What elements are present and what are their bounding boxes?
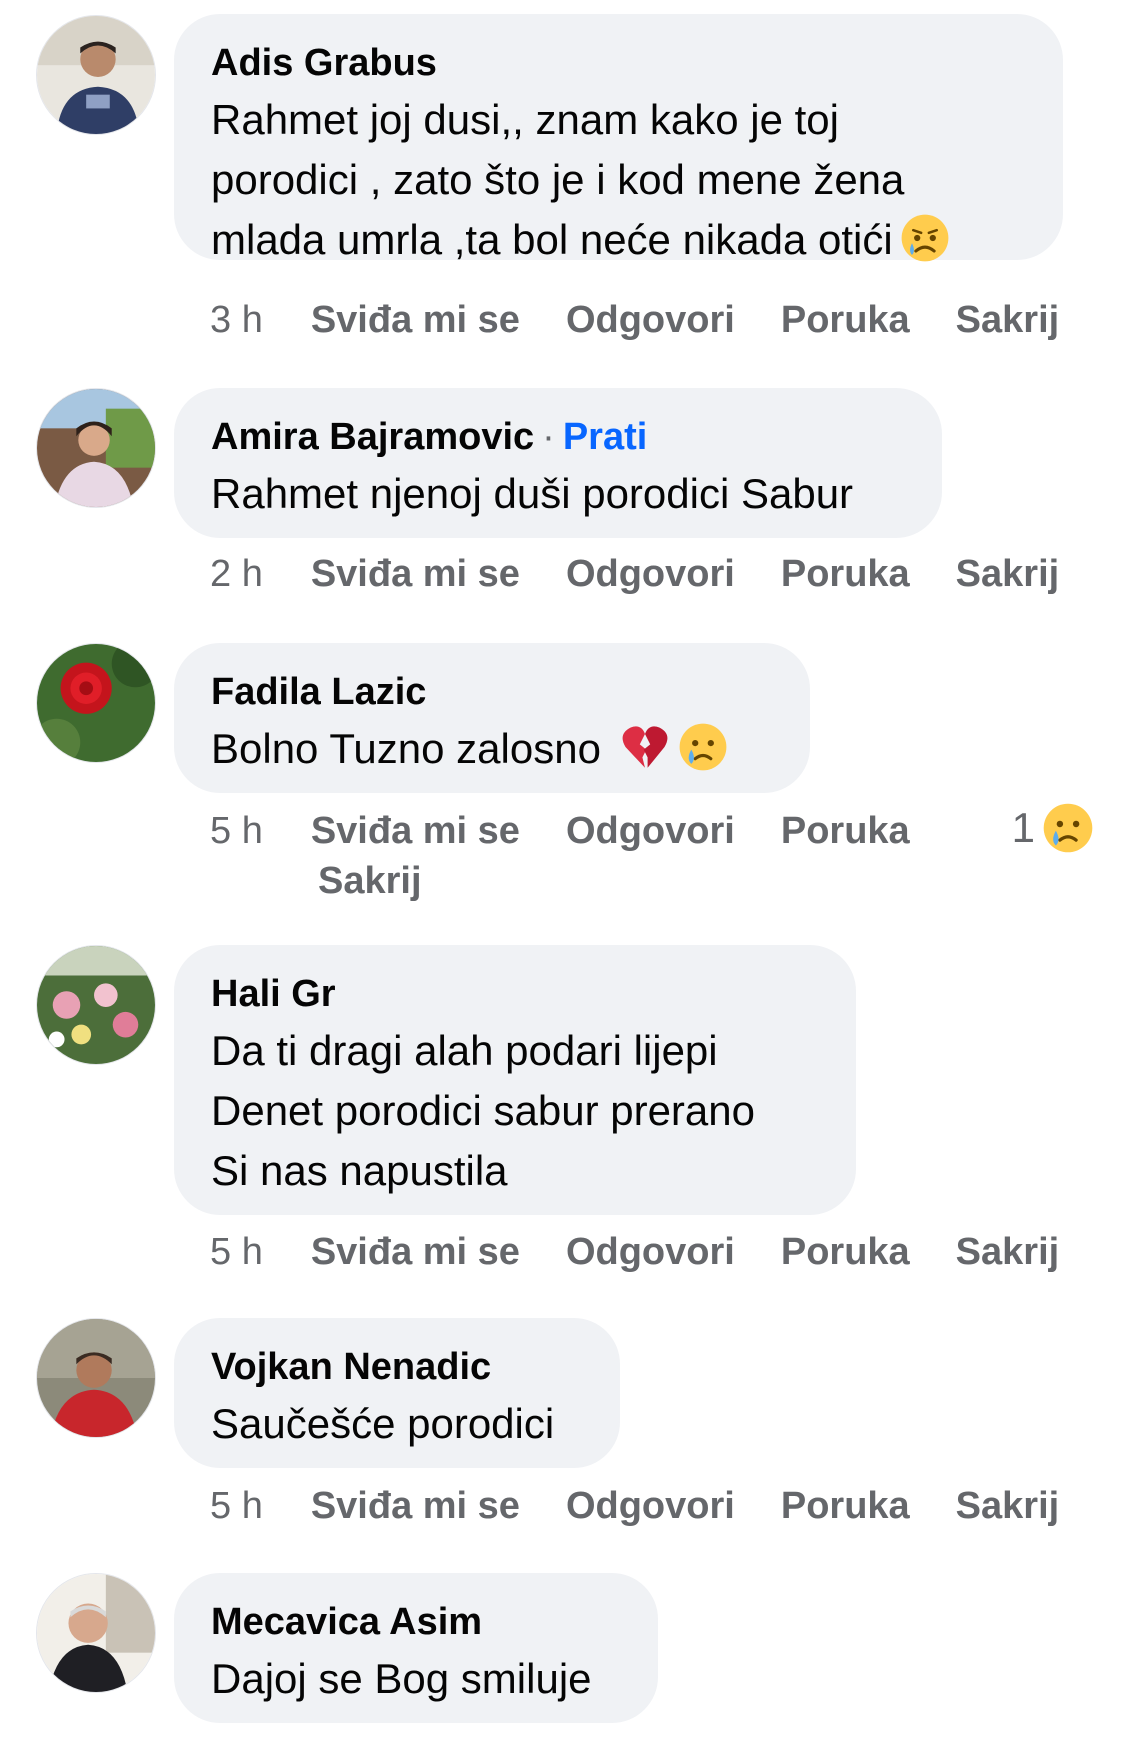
hide-button[interactable]: Sakrij [318,856,422,906]
comment-bubble: Hali Gr Da ti dragi alah podari lijepi D… [174,945,856,1215]
message-button[interactable]: Poruka [781,295,910,345]
avatar[interactable] [36,1318,156,1438]
message-button[interactable]: Poruka [781,1481,910,1531]
avatar[interactable] [36,388,156,508]
reaction-count: 1 [1011,804,1035,851]
comment-bubble: Vojkan Nenadic Saučešće porodici [174,1318,620,1468]
message-button[interactable]: Poruka [781,549,910,599]
like-button[interactable]: Sviđa mi se [311,1227,520,1277]
avatar[interactable] [36,15,156,135]
reaction-summary[interactable]: 1 [1012,801,1095,855]
comment-author-line: Amira Bajramovic · Prati [211,414,904,460]
crying-face-icon [679,723,727,771]
crying-face-icon [1043,803,1093,853]
comment-bubble: Adis Grabus Rahmet joj dusi,, znam kako … [174,14,1063,263]
comment-author[interactable]: Hali Gr [211,971,818,1017]
like-button[interactable]: Sviđa mi se [311,1481,520,1531]
like-button[interactable]: Sviđa mi se [311,549,520,599]
comment-actions: 5 h Sviđa mi se Odgovori Poruka Sakrij [210,1481,1105,1531]
comment-author[interactable]: Mecavica Asim [211,1599,620,1645]
comment-bubble: Fadila Lazic Bolno Tuzno zalosno [174,643,810,793]
comment-text: Da ti dragi alah podari lijepi Denet por… [211,1027,755,1194]
avatar[interactable] [36,643,156,763]
comment-text-content: Rahmet joj dusi,, znam kako je toj porod… [211,96,905,263]
reply-button[interactable]: Odgovori [566,1227,735,1277]
hide-button[interactable]: Sakrij [956,1481,1060,1531]
message-button[interactable]: Poruka [781,1227,910,1277]
hide-button[interactable]: Sakrij [956,295,1060,345]
comment-author[interactable]: Adis Grabus [211,40,1025,86]
hide-button[interactable]: Sakrij [956,1227,1060,1277]
comment-actions: 2 h Sviđa mi se Odgovori Poruka Sakrij [210,549,1105,599]
comment-text: Rahmet joj dusi,, znam kako je toj porod… [211,90,1025,270]
reply-button[interactable]: Odgovori [566,295,735,345]
timestamp: 5 h [210,810,263,852]
timestamp: 5 h [210,1485,263,1527]
like-button[interactable]: Sviđa mi se [311,295,520,345]
reply-button[interactable]: Odgovori [566,549,735,599]
comment-actions-wrap: Sakrij [318,856,468,906]
reply-button[interactable]: Odgovori [566,806,735,856]
comment-text: Bolno Tuzno zalosno [211,719,772,779]
avatar[interactable] [36,945,156,1065]
comment-author[interactable]: Fadila Lazic [211,669,772,715]
follow-button[interactable]: Prati [563,416,647,458]
hide-button[interactable]: Sakrij [956,549,1060,599]
comment-actions: 3 h Sviđa mi se Odgovori Poruka Sakrij [210,295,1105,345]
timestamp: 2 h [210,553,263,595]
comment-bubble: Amira Bajramovic · Prati Rahmet njenoj duš… [174,388,942,538]
comment-text-content: Bolno Tuzno zalosno [211,725,601,772]
separator-dot: · [542,416,555,458]
comment-text: Rahmet njenoj duši porodici Sabur [211,470,854,517]
message-button[interactable]: Poruka [781,806,910,856]
comment-bubble: Mecavica Asim Dajoj se Bog smiluje [174,1573,658,1723]
timestamp: 5 h [210,1231,263,1273]
comment-author[interactable]: Amira Bajramovic [211,416,534,458]
comment-text: Saučešće porodici [211,1400,555,1447]
avatar[interactable] [36,1573,156,1693]
broken-heart-icon [622,726,668,768]
timestamp: 3 h [210,299,263,341]
comment-actions: 5 h Sviđa mi se Odgovori Poruka [210,806,956,856]
comment-actions: 5 h Sviđa mi se Odgovori Poruka Sakrij [210,1227,1105,1277]
reply-button[interactable]: Odgovori [566,1481,735,1531]
comment-author[interactable]: Vojkan Nenadic [211,1344,582,1390]
comment-text: Dajoj se Bog smiluje [211,1655,592,1702]
like-button[interactable]: Sviđa mi se [311,806,520,856]
sad-face-icon [901,214,949,262]
